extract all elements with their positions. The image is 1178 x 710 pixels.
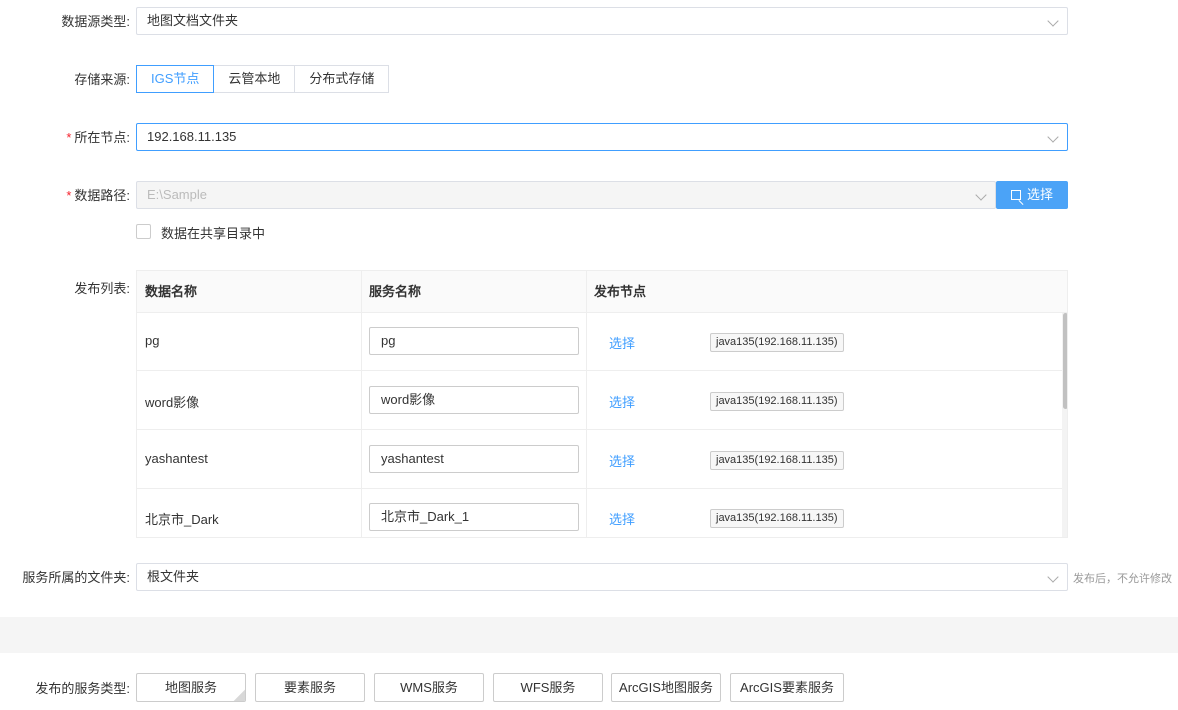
service-type-arcgis-map[interactable]: ArcGIS地图服务 (611, 673, 721, 702)
data-name-cell: word影像 (145, 395, 200, 410)
data-name-cell: pg (145, 333, 160, 348)
node-select[interactable]: 192.168.11.135 (136, 123, 1068, 151)
storage-option-distributed[interactable]: 分布式存储 (294, 65, 390, 93)
choose-node-link[interactable]: 选择 (609, 509, 635, 528)
required-marker: * (66, 130, 72, 145)
datasource-type-select[interactable]: 地图文档文件夹 (136, 7, 1068, 35)
chevron-down-icon (1047, 571, 1059, 583)
column-header-data-name: 数据名称 (145, 284, 198, 299)
service-folder-value: 根文件夹 (147, 569, 200, 584)
data-name-cell: 北京市_Dark (145, 512, 219, 527)
node-value: 192.168.11.135 (147, 129, 237, 144)
node-label-text: 所在节点: (74, 130, 130, 145)
select-cursor-icon (1010, 190, 1021, 200)
shared-dir-label[interactable]: 数据在共享目录中 (161, 223, 265, 242)
service-type-map[interactable]: 地图服务 (136, 673, 246, 702)
node-tag: java135(192.168.11.135) (710, 451, 844, 470)
service-folder-select[interactable]: 根文件夹 (136, 563, 1068, 591)
table-row: yashantest yashantest 选择 java135(192.168… (137, 431, 1062, 489)
service-type-feature[interactable]: 要素服务 (255, 673, 365, 702)
scrollbar-thumb[interactable] (1063, 313, 1067, 409)
shared-dir-checkbox[interactable] (136, 224, 151, 239)
service-folder-label: 服务所属的文件夹: (22, 570, 130, 585)
service-type-wms[interactable]: WMS服务 (374, 673, 484, 702)
chevron-down-icon (1047, 131, 1059, 143)
choose-path-button-label: 选择 (1026, 187, 1053, 202)
service-folder-hint: 发布后，不允许修改 (1073, 573, 1172, 585)
chevron-down-icon (1047, 15, 1059, 27)
storage-option-cloud-local[interactable]: 云管本地 (213, 65, 296, 93)
data-path-label-text: 数据路径: (74, 188, 130, 203)
data-path-select: E:\Sample (136, 181, 996, 209)
datasource-type-label: 数据源类型: (61, 14, 130, 29)
datasource-type-value: 地图文档文件夹 (147, 13, 239, 28)
service-type-wfs[interactable]: WFS服务 (493, 673, 603, 702)
chevron-down-icon (975, 189, 987, 201)
section-divider (0, 617, 1178, 653)
node-label: * 所在节点: (20, 130, 130, 146)
table-scrollbar[interactable] (1062, 313, 1067, 537)
table-row: word影像 word影像 选择 java135(192.168.11.135) (137, 372, 1062, 430)
service-name-input[interactable]: word影像 (369, 386, 579, 414)
choose-path-button[interactable]: 选择 (996, 181, 1068, 209)
column-header-publish-node: 发布节点 (594, 284, 647, 299)
required-marker: * (66, 188, 72, 203)
service-name-input[interactable]: 北京市_Dark_1 (369, 503, 579, 531)
node-tag: java135(192.168.11.135) (710, 509, 844, 528)
service-type-arcgis-feature[interactable]: ArcGIS要素服务 (730, 673, 844, 702)
choose-node-link[interactable]: 选择 (609, 451, 635, 470)
choose-node-link[interactable]: 选择 (609, 333, 635, 352)
data-name-cell: yashantest (145, 451, 208, 466)
table-row: 北京市_Dark 北京市_Dark_1 选择 java135(192.168.1… (137, 489, 1062, 537)
column-header-service-name: 服务名称 (369, 284, 422, 299)
service-name-input[interactable]: yashantest (369, 445, 579, 473)
publish-list-label: 发布列表: (74, 281, 130, 296)
node-tag: java135(192.168.11.135) (710, 333, 844, 352)
service-name-input[interactable]: pg (369, 327, 579, 355)
publish-list-table: 数据名称 服务名称 发布节点 pg pg 选择 java135(192.168.… (136, 270, 1068, 538)
table-row: pg pg 选择 java135(192.168.11.135) (137, 313, 1062, 371)
storage-source-label: 存储来源: (74, 72, 130, 87)
data-path-value: E:\Sample (147, 187, 207, 202)
data-path-label: * 数据路径: (20, 188, 130, 204)
storage-source-segmented: IGS节点 云管本地 分布式存储 (136, 65, 390, 93)
service-types-label: 发布的服务类型: (35, 681, 130, 696)
choose-node-link[interactable]: 选择 (609, 392, 635, 411)
table-header: 数据名称 服务名称 发布节点 (137, 271, 1067, 313)
node-tag: java135(192.168.11.135) (710, 392, 844, 411)
storage-option-igs-node[interactable]: IGS节点 (136, 65, 215, 93)
